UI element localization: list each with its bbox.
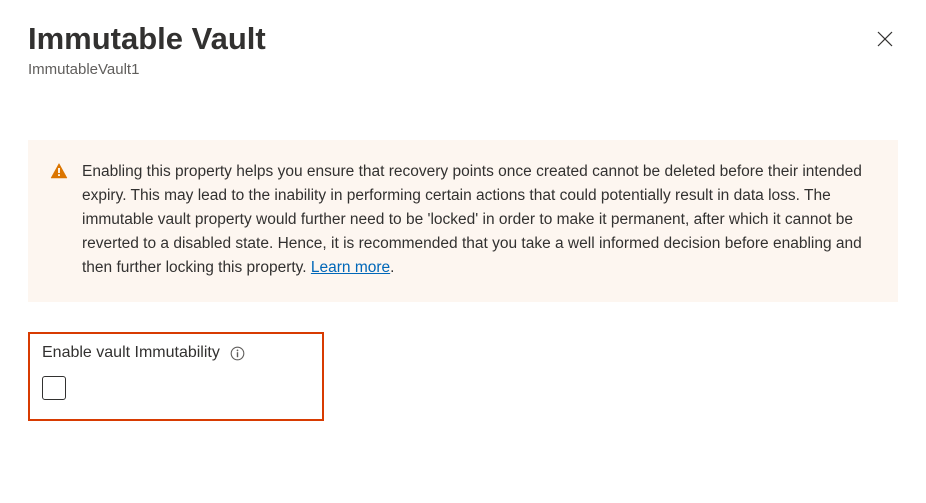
warning-text: Enabling this property helps you ensure … — [82, 160, 876, 280]
learn-more-link[interactable]: Learn more — [311, 259, 390, 276]
header-titles: Immutable Vault ImmutableVault1 — [28, 20, 266, 78]
control-label-row: Enable vault Immutability — [42, 344, 310, 362]
enable-immutability-label: Enable vault Immutability — [42, 344, 220, 362]
close-button[interactable] — [872, 26, 898, 52]
page-subtitle: ImmutableVault1 — [28, 61, 266, 78]
close-icon — [876, 30, 894, 48]
enable-immutability-checkbox[interactable] — [42, 376, 66, 400]
warning-icon — [50, 162, 68, 180]
panel-header: Immutable Vault ImmutableVault1 — [28, 20, 898, 78]
warning-message: Enabling this property helps you ensure … — [82, 163, 862, 276]
page-title: Immutable Vault — [28, 20, 266, 57]
checkbox-container — [42, 376, 310, 405]
info-icon[interactable] — [230, 346, 245, 361]
enable-immutability-section: Enable vault Immutability — [28, 332, 324, 421]
warning-panel: Enabling this property helps you ensure … — [28, 140, 898, 302]
